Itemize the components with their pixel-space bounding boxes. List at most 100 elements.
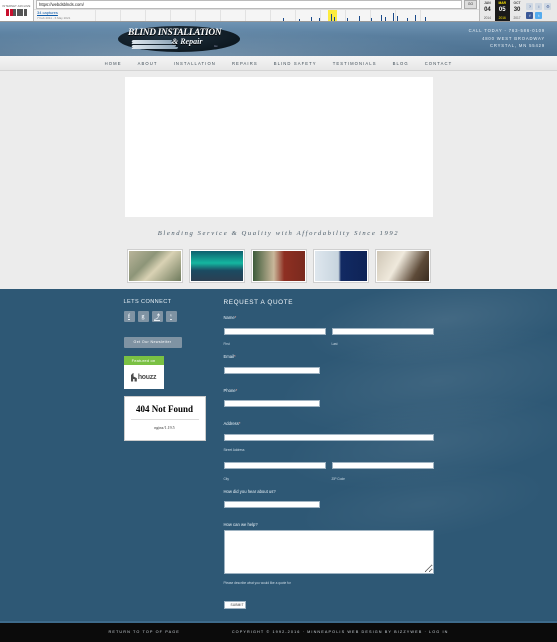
wayback-month-prev[interactable]: JAN 04 2014	[480, 0, 495, 21]
contact-phone: CALL TODAY - 763-586-0109	[468, 28, 545, 33]
internet-archive-label: INTERNET ARCHIVE	[2, 5, 31, 8]
thumb-bedroom-view-blinds[interactable]	[188, 249, 245, 283]
wayback-url-row: https://webdsblnds.com/ GO	[34, 0, 479, 10]
zip-sublabel: ZIP Code	[331, 476, 345, 481]
thumb-image	[376, 251, 429, 281]
required-marker: *	[234, 315, 237, 320]
google-plus-icon[interactable]: g	[137, 311, 149, 322]
logo-line-2: & Repair	[172, 37, 203, 46]
info-icon[interactable]: i	[535, 2, 543, 10]
nav-item-blog[interactable]: BLOG	[385, 61, 417, 66]
error-title: 404 Not Found	[135, 404, 193, 414]
submit-button[interactable]: SUBMIT	[223, 600, 246, 609]
wayback-month-next[interactable]: OCT 30 2017	[510, 0, 525, 21]
thumb-image	[128, 251, 181, 281]
message-hint: Please describe what you would like a qu…	[223, 580, 291, 585]
sidebar: LETS CONNECT f g ⤴ ᵛ Get Our Newsletter …	[123, 299, 206, 611]
wayback-icon-tray: ? i ⚙ f t	[524, 0, 557, 21]
help-icon[interactable]: ?	[526, 2, 534, 10]
field-group-phone: Phone*	[223, 387, 434, 414]
facebook-icon[interactable]: f	[123, 311, 135, 322]
logo-line-3: Inc.	[214, 45, 219, 48]
name-label: Name*	[224, 315, 434, 320]
street-address-input[interactable]	[223, 433, 434, 441]
thumb-office-blinds[interactable]	[312, 249, 369, 283]
form-title: REQUEST A QUOTE	[223, 299, 294, 306]
street-address-sublabel: Street Address	[223, 448, 245, 452]
site-header: BLIND INSTALLATION & Repair Inc. CALL TO…	[0, 22, 557, 56]
wayback-month-current[interactable]: MAR 05 2016	[494, 0, 510, 21]
wayback-machine-logo-icon	[6, 9, 27, 16]
facebook-icon[interactable]: f	[526, 11, 534, 19]
houzz-brand-row: houzz	[124, 365, 164, 389]
day-label: 05	[498, 7, 506, 13]
phone-input[interactable]	[223, 400, 320, 407]
nav-item-contact[interactable]: CONTACT	[417, 61, 461, 66]
first-name-sublabel: First	[223, 342, 230, 346]
email-input[interactable]	[223, 366, 320, 374]
nav-item-blind-safety[interactable]: BLIND SAFETY	[266, 61, 325, 66]
gear-icon[interactable]: ⚙	[544, 2, 552, 10]
field-group-name: Name* First Last	[223, 315, 434, 346]
referral-label: How did you hear about us?	[223, 488, 276, 494]
twitter-icon[interactable]: t	[535, 11, 543, 19]
field-group-referral: How did you hear about us?	[223, 488, 434, 515]
internet-archive-logo[interactable]: INTERNET ARCHIVE	[0, 0, 34, 21]
day-label: 30	[513, 7, 521, 13]
city-sublabel: City	[223, 476, 230, 481]
houzz-badge[interactable]: Featured on houzz	[123, 356, 164, 389]
first-name-input[interactable]	[223, 327, 326, 335]
wayback-url-input[interactable]: https://webdsblnds.com/	[36, 0, 462, 9]
message-textarea[interactable]	[223, 529, 434, 574]
field-group-address: Address* Street Address City ZIP Code	[223, 421, 434, 481]
nav-item-about[interactable]: ABOUT	[130, 61, 166, 66]
nav-item-home[interactable]: HOME	[97, 61, 130, 66]
year-label: 2014	[483, 16, 491, 20]
site-logo[interactable]: BLIND INSTALLATION & Repair Inc.	[118, 24, 240, 54]
day-label: 04	[484, 7, 491, 13]
main-blue-section: LETS CONNECT f g ⤴ ᵛ Get Our Newsletter …	[0, 289, 557, 621]
thumb-patio-door-blinds[interactable]	[374, 249, 431, 283]
newsletter-button[interactable]: Get Our Newsletter	[123, 336, 182, 348]
return-to-top-link[interactable]: RETURN TO TOP OF PAGE	[109, 630, 180, 634]
site-footer: RETURN TO TOP OF PAGE COPYRIGHT © 1992-2…	[0, 620, 557, 642]
email-label-text: Email	[223, 354, 234, 359]
required-marker: *	[238, 421, 241, 426]
last-name-input[interactable]	[331, 327, 434, 335]
hero-slider[interactable]	[0, 71, 557, 223]
zip-input[interactable]	[331, 462, 434, 469]
address-label: Address*	[224, 421, 434, 426]
twitter-icon[interactable]: ᵛ	[165, 311, 177, 322]
header-contact-info: CALL TODAY - 763-586-0109 4800 WEST BROA…	[469, 27, 545, 50]
nav-item-installation[interactable]: INSTALLATION	[166, 61, 224, 66]
thumb-image	[252, 251, 305, 281]
houzz-icon	[130, 372, 137, 382]
houzz-featured-label: Featured on	[123, 356, 164, 365]
hero-slider-image	[124, 77, 433, 217]
error-server: nginx/1.19.5	[154, 425, 175, 430]
wayback-capture-sparkline[interactable]	[85, 10, 455, 21]
required-marker: *	[235, 387, 238, 393]
footer-copyright: COPYRIGHT © 1992-2016 · MINNEAPOLIS WEB …	[231, 630, 449, 634]
site-wrapper: BLIND INSTALLATION & Repair Inc. CALL TO…	[0, 22, 557, 642]
nav-item-testimonials[interactable]: TESTIMONIALS	[325, 61, 385, 66]
wayback-toolbar: INTERNET ARCHIVE https://webdsblnds.com/…	[0, 0, 557, 22]
contact-city: CRYSTAL, MN 55429	[489, 43, 545, 48]
thumb-living-room-blinds[interactable]	[126, 249, 183, 283]
wayback-go-button[interactable]: GO	[464, 0, 477, 9]
city-input[interactable]	[223, 462, 326, 469]
field-group-message: How can we help? Please describe what yo…	[223, 522, 434, 585]
rss-icon[interactable]: ⤴	[151, 311, 163, 322]
referral-input[interactable]	[223, 501, 320, 508]
year-label: 2017	[513, 16, 521, 20]
phone-label-text: Phone	[223, 387, 236, 393]
name-label-text: Name	[223, 315, 235, 320]
message-label: How can we help?	[223, 522, 258, 527]
nav-item-repairs[interactable]: REPAIRS	[224, 61, 266, 66]
field-group-email: Email*	[223, 354, 434, 380]
main-navigation: HOME ABOUT INSTALLATION REPAIRS BLIND SA…	[0, 56, 557, 71]
email-label: Email*	[224, 354, 434, 359]
thumb-vertical-blinds[interactable]	[250, 249, 307, 283]
thumb-image	[314, 251, 367, 281]
required-marker: *	[233, 354, 236, 359]
